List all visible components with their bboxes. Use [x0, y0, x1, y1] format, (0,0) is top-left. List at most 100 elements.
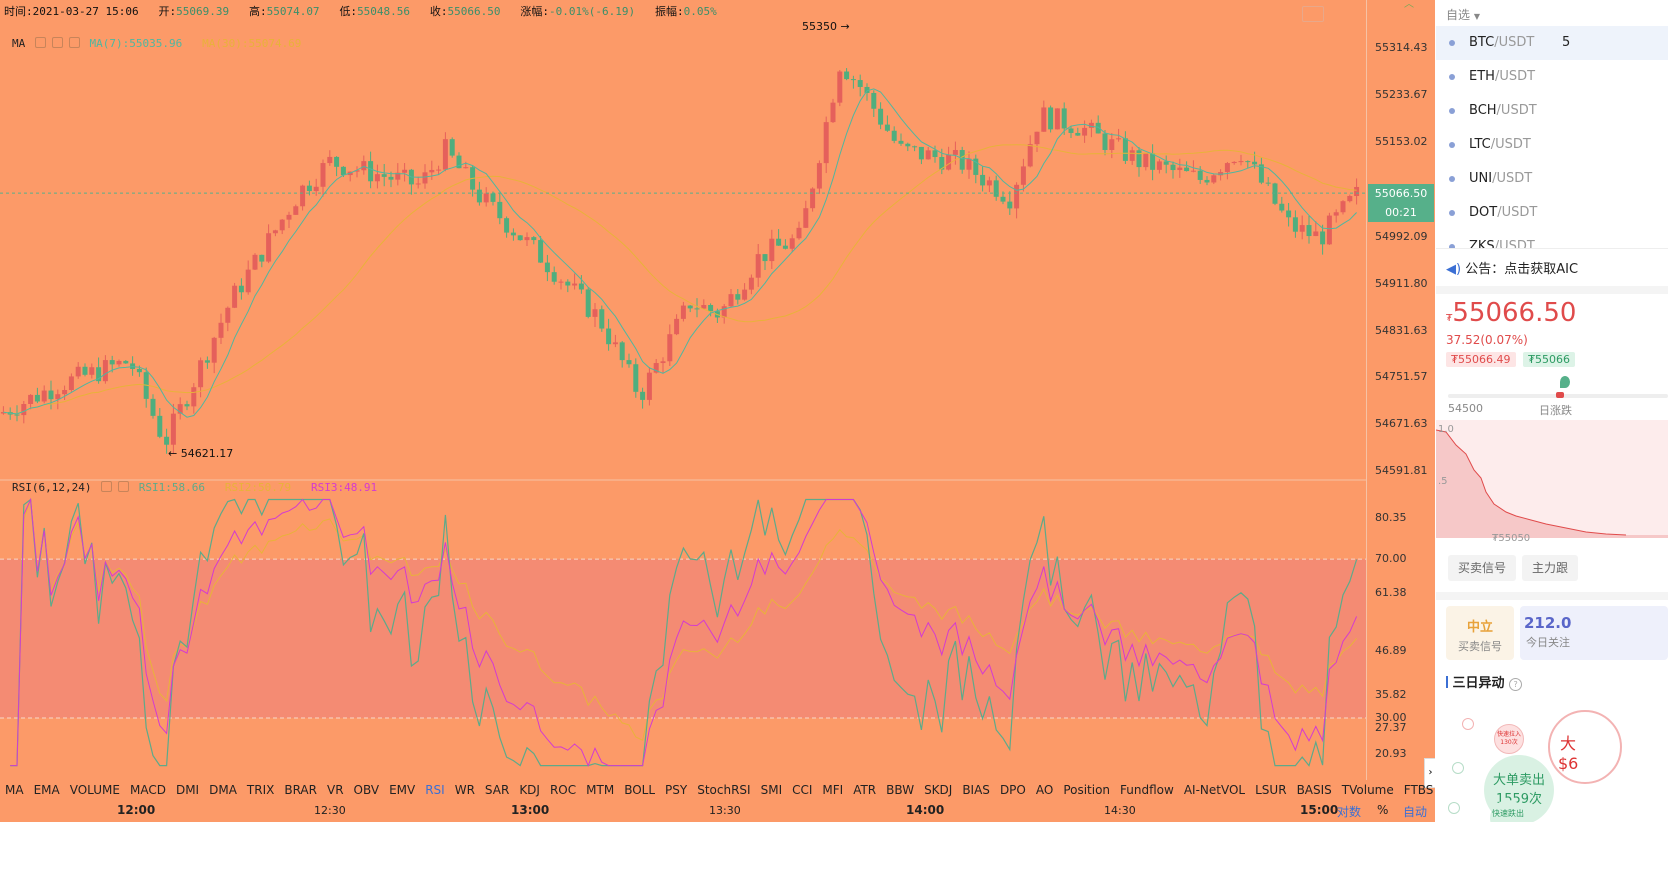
bubble-fast-in[interactable]: 快速拉入 130次	[1494, 724, 1524, 754]
candle-body	[225, 307, 231, 323]
candle-body	[429, 169, 435, 173]
candle-body	[157, 415, 163, 437]
coin-row-eth[interactable]: ETH/USDT	[1436, 60, 1668, 94]
indicator-tab-mtm[interactable]: MTM	[581, 781, 619, 799]
indicator-tab-vr[interactable]: VR	[322, 781, 349, 799]
settings-icon[interactable]	[34, 37, 46, 48]
indicator-tab-cci[interactable]: CCI	[787, 781, 817, 799]
indicator-tab-lsur[interactable]: LSUR	[1250, 781, 1291, 799]
candle-body	[850, 79, 856, 81]
indicator-tab-bbw[interactable]: BBW	[881, 781, 919, 799]
indicator-tab-basis[interactable]: BASIS	[1292, 781, 1337, 799]
indicator-tab-skdj[interactable]: SKDJ	[919, 781, 957, 799]
coin-row-uni[interactable]: UNI/USDT	[1436, 162, 1668, 196]
coin-quote: /USDT	[1494, 35, 1535, 50]
high-annotation: 55350 →	[802, 20, 850, 33]
indicator-tab-dmi[interactable]: DMI	[171, 781, 204, 799]
candle-body	[68, 376, 74, 390]
announcement[interactable]: ◀) 公告：点击获取AIC	[1446, 258, 1578, 277]
coin-base: ZKS	[1469, 239, 1495, 248]
coin-row-zks[interactable]: ZKS/USDT	[1436, 230, 1668, 248]
watchlist-dropdown[interactable]: 自选 ▼	[1446, 6, 1480, 23]
candle-body	[612, 342, 618, 345]
neutral-signal-card[interactable]: 中立 买卖信号	[1446, 606, 1514, 660]
candle-countdown: 00:21	[1368, 203, 1434, 222]
indicator-tab-brar[interactable]: BRAR	[279, 781, 322, 799]
follow-value: 212.0	[1524, 614, 1572, 632]
percent-scale-toggle[interactable]: %	[1377, 803, 1388, 817]
price-tick-label: 54671.63	[1375, 417, 1428, 431]
indicator-tab-rsi[interactable]: RSI	[420, 781, 450, 799]
collapse-arrow-icon[interactable]: ︿	[1395, 0, 1423, 12]
candle-body	[1007, 201, 1013, 209]
candle-body	[1265, 182, 1271, 184]
indicator-tab-macd[interactable]: MACD	[125, 781, 171, 799]
candle-body	[1150, 152, 1156, 170]
indicator-tab-ema[interactable]: EMA	[29, 781, 65, 799]
coin-pair: UNI/USDT	[1469, 162, 1532, 196]
candle-body	[238, 285, 244, 293]
candle-body	[1286, 210, 1292, 218]
follow-card[interactable]: 212.0 今日关注	[1520, 606, 1668, 660]
ma30-line	[3, 144, 1357, 415]
candle-body	[619, 342, 625, 361]
indicator-tab-boll[interactable]: BOLL	[619, 781, 660, 799]
coin-row-btc[interactable]: BTC/USDT 5	[1436, 26, 1668, 60]
indicator-tab-volume[interactable]: VOLUME	[65, 781, 125, 799]
speaker-icon: ◀)	[1446, 262, 1462, 277]
candle-body	[402, 169, 408, 173]
candle-body	[21, 404, 27, 416]
indicator-tab-kdj[interactable]: KDJ	[514, 781, 545, 799]
candle-body	[789, 238, 795, 249]
close-icon[interactable]	[68, 37, 80, 48]
candle-body	[164, 436, 170, 445]
indicator-tab-stochrsi[interactable]: StochRSI	[692, 781, 755, 799]
indicator-tab-obv[interactable]: OBV	[349, 781, 385, 799]
indicator-tab-bias[interactable]: BIAS	[957, 781, 995, 799]
auto-scale-toggle[interactable]: 自动	[1403, 803, 1427, 820]
candle-body	[1156, 161, 1162, 170]
help-icon[interactable]: ?	[1509, 678, 1523, 691]
indicator-tabs: MA EMA VOLUME MACD DMI DMA TRIX BRAR VR OBV EMV RSI…	[0, 781, 1433, 799]
indicator-tab-ao[interactable]: AO	[1031, 781, 1058, 799]
indicator-tab-roc[interactable]: ROC	[545, 781, 581, 799]
high-annotation-text: 55350	[802, 20, 837, 33]
indicator-tab-tvolume[interactable]: TVolume	[1337, 781, 1399, 799]
indicator-tab-ma[interactable]: MA	[0, 781, 29, 799]
candle-body	[565, 281, 571, 286]
indicator-tab-position[interactable]: Position	[1058, 781, 1115, 799]
indicator-tab-dma[interactable]: DMA	[204, 781, 242, 799]
indicator-tab-fundflow[interactable]: Fundflow	[1115, 781, 1179, 799]
close-icon[interactable]	[118, 481, 130, 492]
indicator-tab-ftbs[interactable]: FTBS	[1399, 781, 1435, 799]
screenshot-icon[interactable]	[1302, 6, 1324, 22]
coin-row-ltc[interactable]: LTC/USDT	[1436, 128, 1668, 162]
divider	[1436, 286, 1668, 294]
indicator-tab-emv[interactable]: EMV	[384, 781, 420, 799]
candle-body	[633, 364, 639, 392]
settings-icon[interactable]	[101, 481, 113, 492]
candle-body	[272, 230, 278, 234]
bubble-big-partial[interactable]: 大 $6	[1548, 710, 1622, 784]
coin-row-bch[interactable]: BCH/USDT	[1436, 94, 1668, 128]
candle-body	[116, 360, 122, 365]
indicator-tab-sar[interactable]: SAR	[480, 781, 514, 799]
eye-icon[interactable]	[51, 37, 63, 48]
signal-button[interactable]: 买卖信号	[1448, 555, 1517, 581]
coin-row-dot[interactable]: DOT/USDT	[1436, 196, 1668, 230]
indicator-tab-trix[interactable]: TRIX	[242, 781, 279, 799]
indicator-tab-mfi[interactable]: MFI	[817, 781, 848, 799]
indicator-tab-atr[interactable]: ATR	[848, 781, 881, 799]
candle-body	[769, 238, 775, 262]
indicator-tab-ai-netvol[interactable]: AI-NetVOL	[1179, 781, 1250, 799]
kline-chart-area[interactable]: 时间:2021-03-27 15:06 开:55069.39 高:55074.0…	[0, 0, 1435, 822]
main-force-button[interactable]: 主力跟	[1522, 555, 1579, 581]
candle-body	[1190, 170, 1196, 172]
indicator-tab-wr[interactable]: WR	[450, 781, 480, 799]
log-scale-toggle[interactable]: 对数	[1337, 803, 1361, 820]
indicator-tab-dpo[interactable]: DPO	[995, 781, 1031, 799]
indicator-tab-psy[interactable]: PSY	[660, 781, 692, 799]
kline-svg[interactable]	[0, 0, 1367, 780]
indicator-tab-smi[interactable]: SMI	[756, 781, 788, 799]
rsi-tick-label: 80.35	[1375, 511, 1407, 524]
